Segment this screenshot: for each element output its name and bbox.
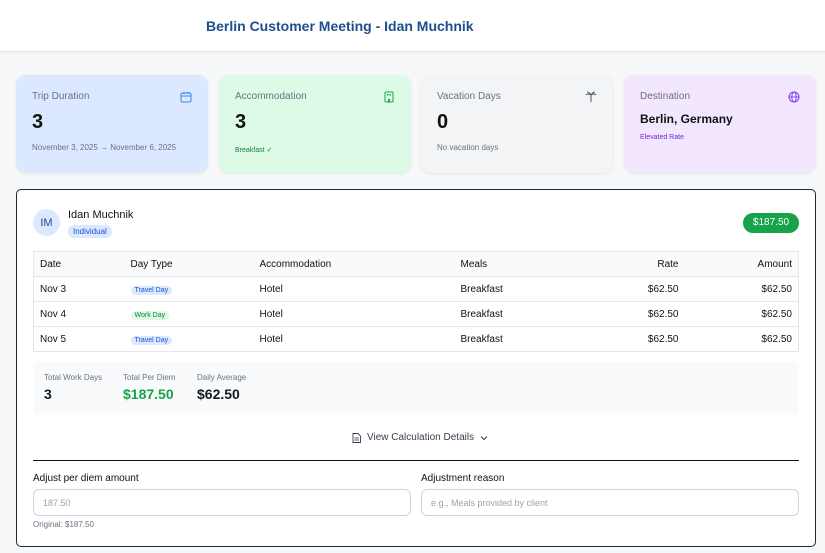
card-label: Accommodation: [235, 91, 307, 102]
stat-label: Daily Average: [197, 373, 247, 382]
vacation-days-card: Vacation Days 0 No vacation days: [421, 75, 613, 173]
cell-meals: Breakfast: [454, 301, 585, 327]
cell-amount: $62.50: [684, 276, 799, 302]
cell-rate: $62.50: [584, 276, 685, 302]
palm-tree-icon: [585, 91, 597, 102]
destination-card: Destination Berlin, Germany Elevated Rat…: [624, 75, 816, 173]
page-title: Berlin Customer Meeting - Idan Muchnik: [206, 18, 474, 34]
cell-rate: $62.50: [584, 326, 685, 352]
day-type-badge: Travel Day: [130, 285, 173, 295]
divider: [33, 460, 799, 461]
cell-meals: Breakfast: [454, 326, 585, 352]
cell-amount: $62.50: [684, 326, 799, 352]
cell-meals: Breakfast: [454, 276, 585, 302]
globe-icon: [788, 91, 800, 103]
calendar-icon: [180, 92, 192, 103]
day-type-badge: Work Day: [130, 310, 170, 320]
column-header-date: Date: [33, 251, 125, 277]
stat-value: $187.50: [123, 386, 174, 402]
elevated-rate-badge: Elevated Rate: [640, 134, 684, 141]
table-row: Nov 4 Work Day Hotel Breakfast $62.50 $6…: [33, 301, 799, 327]
per-diem-table: Date Day Type Accommodation Meals Rate A…: [33, 251, 799, 352]
stat-value: $62.50: [197, 386, 240, 402]
table-row: Nov 5 Travel Day Hotel Breakfast $62.50 …: [33, 326, 799, 352]
document-icon: [352, 432, 361, 443]
per-diem-panel: IM Idan Muchnik Individual $187.50 Date …: [16, 189, 816, 547]
stat-label: Total Work Days: [44, 373, 103, 382]
card-sub: No vacation days: [437, 143, 499, 152]
card-label: Destination: [640, 91, 691, 102]
breakfast-badge: Breakfast ✓: [235, 147, 273, 154]
cell-date: Nov 4: [33, 301, 125, 327]
stat-value: 3: [44, 386, 52, 402]
accommodation-card: Accommodation 3 Breakfast ✓: [219, 75, 411, 173]
card-sub: November 3, 2025 → November 6, 2025: [32, 143, 177, 152]
cell-date: Nov 5: [33, 326, 125, 352]
stat-label: Total Per Diem: [123, 373, 176, 382]
card-label: Trip Duration: [32, 91, 90, 102]
avatar: IM: [33, 209, 60, 236]
cell-date: Nov 3: [33, 276, 125, 302]
adjust-amount-label: Adjust per diem amount: [33, 473, 139, 484]
adjustment-reason-input[interactable]: [421, 489, 799, 516]
hotel-icon: [384, 91, 394, 103]
summary-cards: Trip Duration 3 November 3, 2025 → Novem…: [16, 75, 816, 173]
table-header-row: Date Day Type Accommodation Meals Rate A…: [33, 251, 799, 277]
destination-value: Berlin, Germany: [640, 112, 733, 126]
total-amount-badge: $187.50: [743, 213, 799, 233]
cell-amount: $62.50: [684, 301, 799, 327]
original-amount-note: Original: $187.50: [33, 520, 94, 529]
table-row: Nov 3 Travel Day Hotel Breakfast $62.50 …: [33, 276, 799, 302]
traveler-name: Idan Muchnik: [68, 209, 134, 221]
adjustment-reason-label: Adjustment reason: [421, 473, 505, 484]
cell-accommodation: Hotel: [253, 326, 455, 352]
adjust-amount-input[interactable]: [33, 489, 411, 516]
day-type-badge: Travel Day: [130, 335, 173, 345]
column-header-amount: Amount: [684, 251, 799, 277]
per-diem-stats: Total Work Days 3 Total Per Diem $187.50…: [33, 362, 799, 415]
column-header-accommodation: Accommodation: [253, 251, 455, 277]
card-label: Vacation Days: [437, 91, 501, 102]
stat-work-days: Total Work Days 3: [44, 373, 102, 402]
stat-total-per-diem: Total Per Diem $187.50: [123, 373, 175, 402]
view-calculation-details-button[interactable]: View Calculation Details: [352, 432, 488, 443]
column-header-meals: Meals: [454, 251, 585, 277]
cell-accommodation: Hotel: [253, 301, 455, 327]
view-calculation-details-label: View Calculation Details: [367, 432, 475, 443]
trip-duration-card: Trip Duration 3 November 3, 2025 → Novem…: [16, 75, 208, 173]
cell-accommodation: Hotel: [253, 276, 455, 302]
card-value: 3: [32, 111, 44, 133]
card-value: 0: [437, 111, 449, 133]
column-header-day-type: Day Type: [124, 251, 254, 277]
card-value: 3: [235, 111, 247, 133]
chevron-down-icon: [480, 435, 488, 440]
column-header-rate: Rate: [584, 251, 685, 277]
cell-rate: $62.50: [584, 301, 685, 327]
top-bar: Berlin Customer Meeting - Idan Muchnik: [0, 0, 825, 52]
traveler-type-badge: Individual: [68, 225, 112, 238]
stat-daily-average: Daily Average $62.50: [197, 373, 246, 402]
